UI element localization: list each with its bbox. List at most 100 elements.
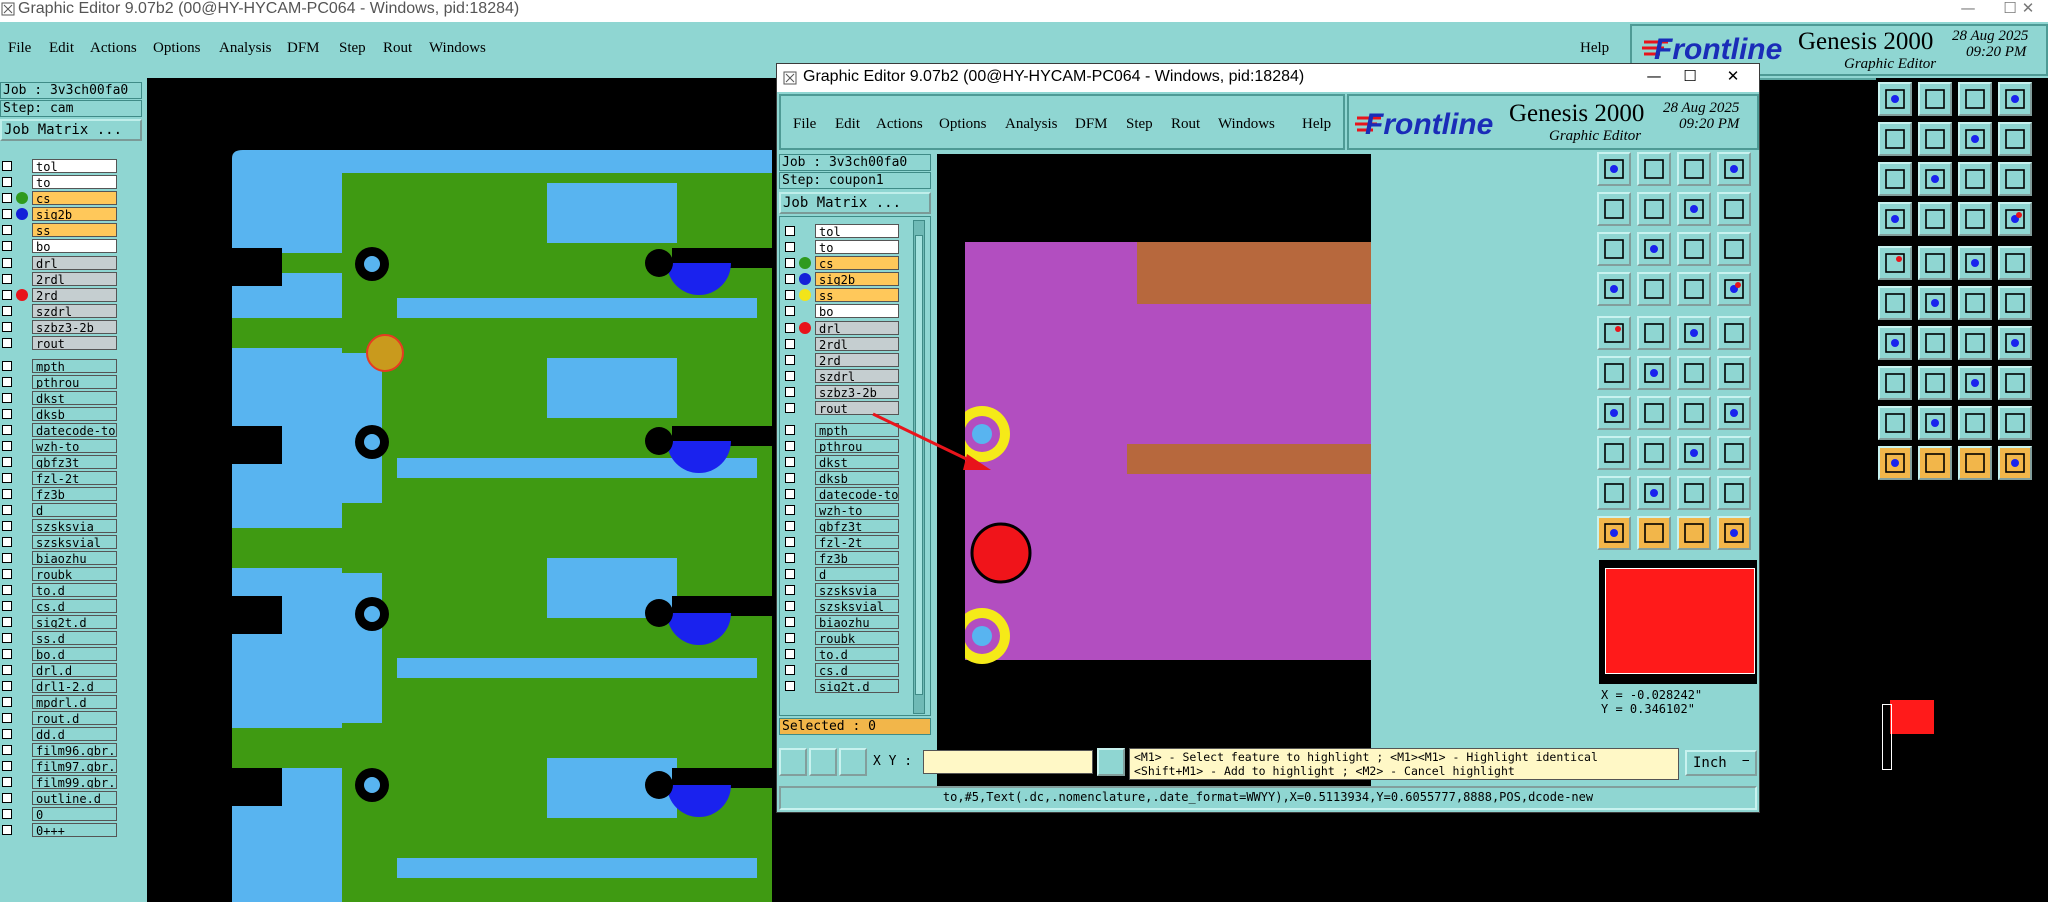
layer-row[interactable]: tol xyxy=(0,158,117,174)
layer-row[interactable]: fz3b xyxy=(0,486,117,502)
layer-checkbox[interactable] xyxy=(785,505,795,515)
select-box-icon[interactable] xyxy=(1918,446,1952,480)
select-poly-icon[interactable] xyxy=(1677,516,1711,550)
minus-icon[interactable] xyxy=(1637,436,1671,470)
node-select-icon[interactable] xyxy=(1998,202,2032,236)
layer-checkbox[interactable] xyxy=(785,403,795,413)
layer-row[interactable]: gbfz3t xyxy=(783,518,899,534)
zoom-page-icon[interactable] xyxy=(1597,152,1631,186)
layer-row[interactable]: 2rdl xyxy=(0,271,117,287)
layer-checkbox[interactable] xyxy=(2,761,12,771)
layer-checkbox[interactable] xyxy=(2,393,12,403)
layer-row[interactable]: pthrou xyxy=(0,374,117,390)
job-matrix-button[interactable]: Job Matrix ... xyxy=(779,192,931,214)
layer-row[interactable]: roubk xyxy=(783,630,899,646)
layer-row[interactable]: cs.d xyxy=(0,598,117,614)
menu-dfm[interactable]: DFM xyxy=(1075,116,1108,133)
layer-checkbox[interactable] xyxy=(2,745,12,755)
layer-checkbox[interactable] xyxy=(785,441,795,451)
layer-checkbox[interactable] xyxy=(2,473,12,483)
measure-icon[interactable] xyxy=(1597,272,1631,306)
layer-row[interactable]: d xyxy=(0,502,117,518)
layer-row[interactable]: gbfz3t xyxy=(0,454,117,470)
layer-checkbox[interactable] xyxy=(785,274,795,284)
select-lasso-icon[interactable] xyxy=(1717,516,1751,550)
layer-row[interactable]: to.d xyxy=(0,582,117,598)
layer-checkbox[interactable] xyxy=(2,505,12,515)
layer-row[interactable]: ss xyxy=(783,287,899,303)
layer-row[interactable]: to xyxy=(0,174,117,190)
layer-row[interactable]: biaozhu xyxy=(783,614,899,630)
fit-icon[interactable] xyxy=(1717,152,1751,186)
layer-checkbox[interactable] xyxy=(785,242,795,252)
layer-checkbox[interactable] xyxy=(785,226,795,236)
layer-checkbox[interactable] xyxy=(785,553,795,563)
layer-checkbox[interactable] xyxy=(785,649,795,659)
xy-input[interactable] xyxy=(923,750,1093,774)
menu-edit[interactable]: Edit xyxy=(835,116,860,133)
layer-row[interactable]: fz3b xyxy=(783,550,899,566)
layer-row[interactable]: outline.d xyxy=(0,790,117,806)
layer-checkbox[interactable] xyxy=(785,633,795,643)
layer-checkbox[interactable] xyxy=(2,809,12,819)
select-poly-icon[interactable] xyxy=(1958,446,1992,480)
layer-row[interactable]: datecode-to xyxy=(783,486,899,502)
menu-step[interactable]: Step xyxy=(339,40,366,57)
triangle-icon[interactable] xyxy=(1878,406,1912,440)
layer-row[interactable]: drl xyxy=(0,255,117,271)
layer-row[interactable]: szdrl xyxy=(0,303,117,319)
layer-checkbox[interactable] xyxy=(785,339,795,349)
layer-checkbox[interactable] xyxy=(2,633,12,643)
layer-checkbox[interactable] xyxy=(785,323,795,333)
menu-file[interactable]: File xyxy=(8,40,31,57)
layer-checkbox[interactable] xyxy=(2,793,12,803)
layer-checkbox[interactable] xyxy=(2,777,12,787)
link-icon[interactable] xyxy=(1998,286,2032,320)
menu-step[interactable]: Step xyxy=(1126,116,1153,133)
layer-row[interactable]: film99.gbr.c xyxy=(0,774,117,790)
layer-row[interactable]: dksb xyxy=(0,406,117,422)
layer-row[interactable]: drl.d xyxy=(0,662,117,678)
layer-row[interactable]: biaozhu xyxy=(0,550,117,566)
layer-row[interactable]: 2rdl xyxy=(783,336,899,352)
grid-icon[interactable] xyxy=(1918,202,1952,236)
layer-row[interactable]: rout.d xyxy=(0,710,117,726)
home-icon[interactable] xyxy=(1958,82,1992,116)
layer-checkbox[interactable] xyxy=(2,290,12,300)
layer-checkbox[interactable] xyxy=(2,425,12,435)
menu-actions[interactable]: Actions xyxy=(876,116,923,133)
arch-icon[interactable] xyxy=(1958,406,1992,440)
draw-line-icon[interactable] xyxy=(1637,396,1671,430)
grid-icon[interactable] xyxy=(839,748,867,776)
layer-row[interactable]: ss xyxy=(0,222,117,238)
layer-checkbox[interactable] xyxy=(785,290,795,300)
layer-row[interactable]: fzl-2t xyxy=(0,470,117,486)
layer-checkbox[interactable] xyxy=(785,355,795,365)
layer-checkbox[interactable] xyxy=(2,241,12,251)
menu-help[interactable]: Help xyxy=(1302,116,1331,133)
undo-icon[interactable] xyxy=(1958,122,1992,156)
zoom-page-icon[interactable] xyxy=(1878,82,1912,116)
layer-row[interactable]: 2rd xyxy=(783,352,899,368)
arch-fill-icon[interactable] xyxy=(1998,406,2032,440)
layer-checkbox[interactable] xyxy=(2,569,12,579)
redo-icon[interactable] xyxy=(1998,122,2032,156)
layer-checkbox[interactable] xyxy=(785,665,795,675)
rotate-icon[interactable] xyxy=(1958,326,1992,360)
layer-checkbox[interactable] xyxy=(2,457,12,467)
layer-row[interactable]: szbz3-2b xyxy=(783,384,899,400)
layer-checkbox[interactable] xyxy=(2,338,12,348)
outer-overview[interactable] xyxy=(1876,692,2048,792)
inner-overview[interactable] xyxy=(1597,558,1759,686)
triangle-fill-icon[interactable] xyxy=(1918,406,1952,440)
layer-row[interactable]: film96.gbr.c xyxy=(0,742,117,758)
layer-row[interactable]: drl xyxy=(783,320,899,336)
node-edit-icon[interactable] xyxy=(1958,202,1992,236)
layer-row[interactable]: 0+++ xyxy=(0,822,117,838)
layer-checkbox[interactable] xyxy=(785,569,795,579)
layer-checkbox[interactable] xyxy=(2,258,12,268)
mirror-icon[interactable] xyxy=(1998,326,2032,360)
angle-icon[interactable] xyxy=(1597,396,1631,430)
layer-row[interactable]: sig2t.d xyxy=(783,678,899,694)
layer-row[interactable]: szsksvia xyxy=(0,518,117,534)
